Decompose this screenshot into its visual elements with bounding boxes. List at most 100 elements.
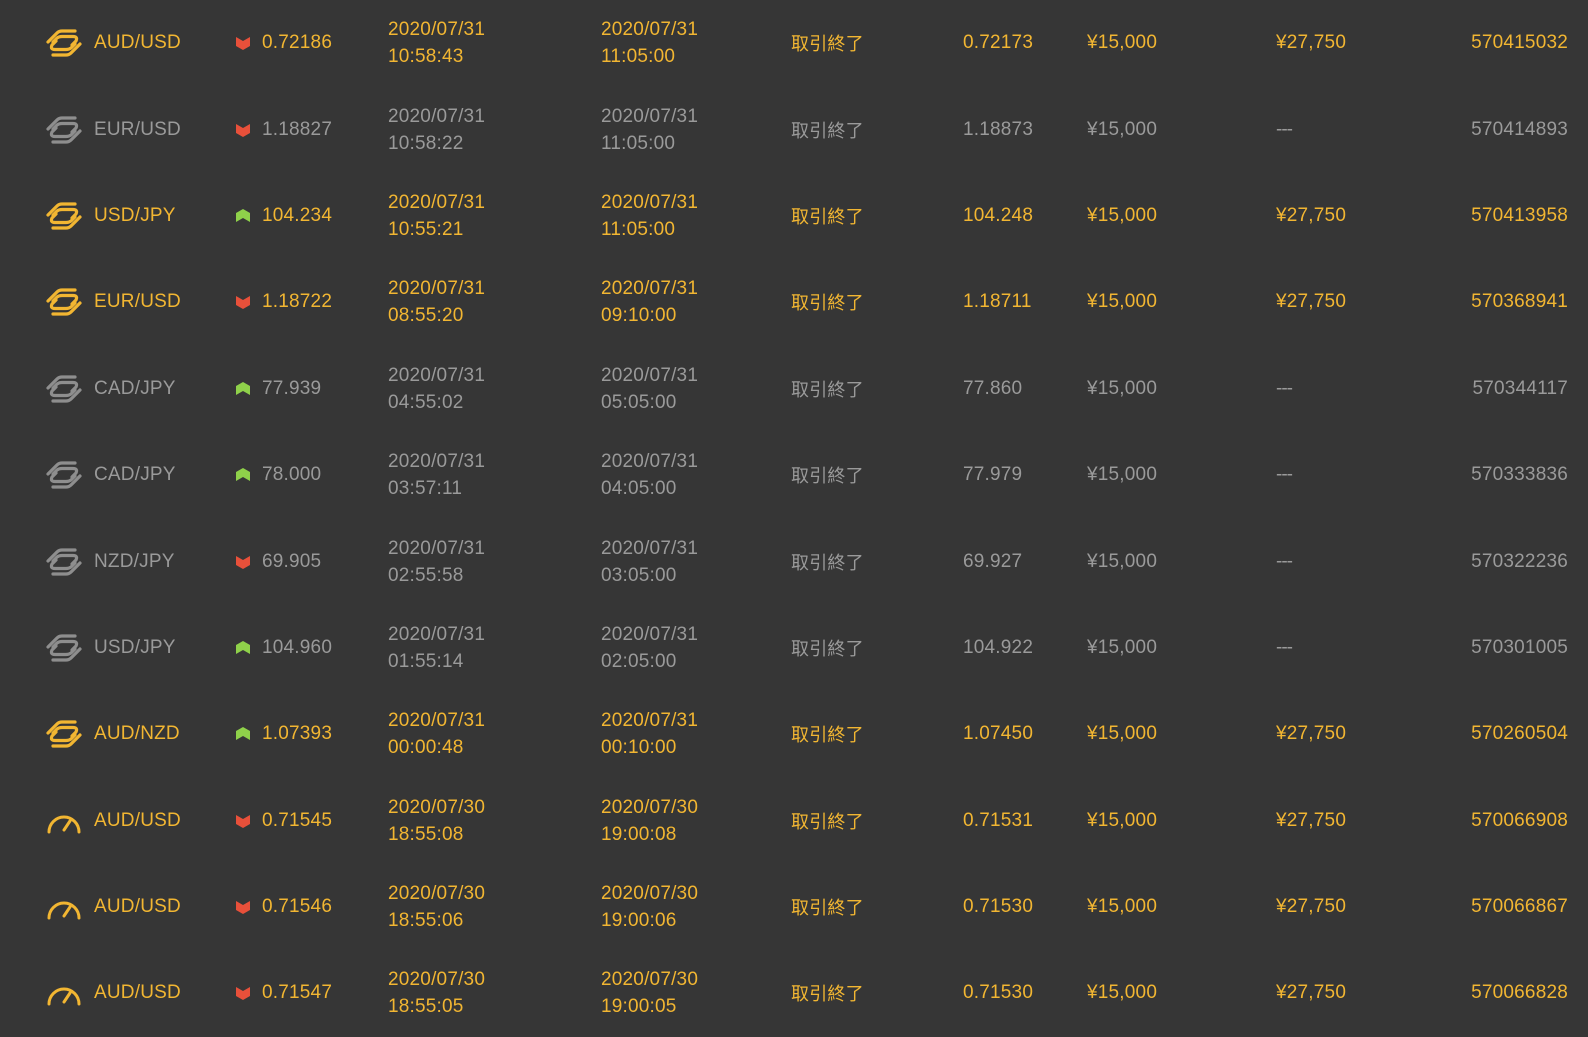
entry-date: 2020/07/30 [388,883,486,905]
entry-datetime: 2020/07/31 08:55:20 [388,275,485,329]
currency-pair: AUD/USD [94,982,181,1004]
judge-rate: 1.18873 [963,118,1034,140]
low-arrow-icon [235,294,251,310]
order-id[interactable]: 570344117 [1473,378,1569,400]
judge-time: 02:05:00 [601,650,677,672]
order-id[interactable]: 570066828 [1471,982,1568,1004]
entry-rate: 1.18722 [262,291,333,313]
entry-datetime: 2020/07/31 01:55:14 [388,621,485,675]
low-arrow-icon [235,554,251,570]
entry-time: 10:58:43 [388,46,464,68]
order-id[interactable]: 570301005 [1471,637,1568,659]
trade-row[interactable]: EUR/USD 1.18722 2020/07/31 08:55:20 2020… [0,259,1588,345]
currency-pair: CAD/JPY [94,377,176,399]
trade-status: 取引終了 [791,206,864,228]
entry-rate: 69.905 [262,550,322,572]
order-id[interactable]: 570333836 [1471,464,1568,486]
trade-row[interactable]: CAD/JPY 77.939 2020/07/31 04:55:02 2020/… [0,346,1588,432]
judge-rate: 0.71531 [963,809,1034,831]
entry-time: 10:58:22 [388,132,464,154]
trade-status: 取引終了 [791,725,864,747]
trade-row[interactable]: AUD/USD 0.71547 2020/07/30 18:55:05 2020… [0,950,1588,1036]
judge-date: 2020/07/31 [601,623,699,645]
entry-rate: 104.960 [262,636,333,658]
entry-rate: 1.07393 [262,723,333,745]
judge-date: 2020/07/30 [601,883,699,905]
purchase-amount: ¥15,000 [1087,636,1158,658]
trade-row[interactable]: AUD/USD 0.71545 2020/07/30 18:55:08 2020… [0,778,1588,864]
judge-time: 19:00:06 [601,910,677,932]
trade-row[interactable]: CAD/JPY 78.000 2020/07/31 03:57:11 2020/… [0,432,1588,518]
order-id[interactable]: 570414893 [1471,119,1568,141]
trade-row[interactable]: AUD/NZD 1.07393 2020/07/31 00:00:48 2020… [0,691,1588,777]
high-arrow-icon [235,640,251,656]
entry-date: 2020/07/31 [388,19,486,41]
trade-status: 取引終了 [791,552,864,574]
order-id[interactable]: 570415032 [1471,32,1568,54]
judge-time: 19:00:05 [601,996,677,1018]
currency-pair: AUD/NZD [94,723,180,745]
judge-date: 2020/07/31 [601,364,699,386]
judge-datetime: 2020/07/30 19:00:06 [601,880,698,934]
entry-datetime: 2020/07/31 10:55:21 [388,189,485,243]
entry-time: 18:55:05 [388,996,464,1018]
order-id[interactable]: 570066908 [1471,810,1568,832]
judge-time: 09:10:00 [601,305,677,327]
trade-status: 取引終了 [791,984,864,1006]
judge-rate: 77.979 [963,464,1023,486]
purchase-amount: ¥15,000 [1087,550,1158,572]
entry-datetime: 2020/07/30 18:55:08 [388,794,485,848]
judge-datetime: 2020/07/31 02:05:00 [601,621,698,675]
order-id[interactable]: 570322236 [1471,551,1568,573]
trade-row[interactable]: EUR/USD 1.18827 2020/07/31 10:58:22 2020… [0,86,1588,172]
speedometer-icon [45,806,83,836]
purchase-amount: ¥15,000 [1087,377,1158,399]
entry-datetime: 2020/07/31 10:58:22 [388,103,485,157]
entry-rate: 1.18827 [262,118,333,140]
trade-status: 取引終了 [791,293,864,315]
low-arrow-icon [235,35,251,51]
entry-rate: 104.234 [262,204,333,226]
judge-rate: 1.07450 [963,723,1034,745]
judge-rate: 1.18711 [963,291,1032,313]
entry-datetime: 2020/07/30 18:55:05 [388,966,485,1020]
exchange-icon [45,460,83,490]
trade-row[interactable]: AUD/USD 0.72186 2020/07/31 10:58:43 2020… [0,0,1588,86]
low-arrow-icon [235,899,251,915]
exchange-icon [45,201,83,231]
currency-pair: AUD/USD [94,809,181,831]
entry-date: 2020/07/31 [388,278,486,300]
order-id[interactable]: 570066867 [1471,896,1568,918]
judge-datetime: 2020/07/31 04:05:00 [601,448,698,502]
trade-row[interactable]: AUD/USD 0.71546 2020/07/30 18:55:06 2020… [0,864,1588,950]
order-id[interactable]: 570368941 [1471,291,1568,313]
payout-amount: ¥27,750 [1276,291,1347,313]
entry-time: 01:55:14 [388,650,464,672]
judge-rate: 104.922 [963,636,1034,658]
entry-date: 2020/07/31 [388,364,486,386]
exchange-icon [45,287,83,317]
trade-status: 取引終了 [791,638,864,660]
currency-pair: AUD/USD [94,896,181,918]
entry-date: 2020/07/31 [388,451,486,473]
judge-datetime: 2020/07/31 03:05:00 [601,535,698,589]
entry-rate: 77.939 [262,377,322,399]
entry-datetime: 2020/07/31 02:55:58 [388,535,485,589]
purchase-amount: ¥15,000 [1087,896,1158,918]
order-id[interactable]: 570260504 [1471,723,1568,745]
entry-time: 08:55:20 [388,305,464,327]
order-id[interactable]: 570413958 [1471,205,1568,227]
trade-row[interactable]: USD/JPY 104.960 2020/07/31 01:55:14 2020… [0,605,1588,691]
judge-rate: 77.860 [963,377,1023,399]
judge-time: 00:10:00 [601,737,677,759]
judge-time: 19:00:08 [601,823,677,845]
trade-row[interactable]: NZD/JPY 69.905 2020/07/31 02:55:58 2020/… [0,518,1588,604]
payout-amount: ¥27,750 [1276,809,1347,831]
trade-status: 取引終了 [791,379,864,401]
entry-datetime: 2020/07/31 00:00:48 [388,707,485,761]
judge-rate: 104.248 [963,204,1034,226]
high-arrow-icon [235,726,251,742]
purchase-amount: ¥15,000 [1087,809,1158,831]
entry-date: 2020/07/30 [388,796,486,818]
trade-row[interactable]: USD/JPY 104.234 2020/07/31 10:55:21 2020… [0,173,1588,259]
